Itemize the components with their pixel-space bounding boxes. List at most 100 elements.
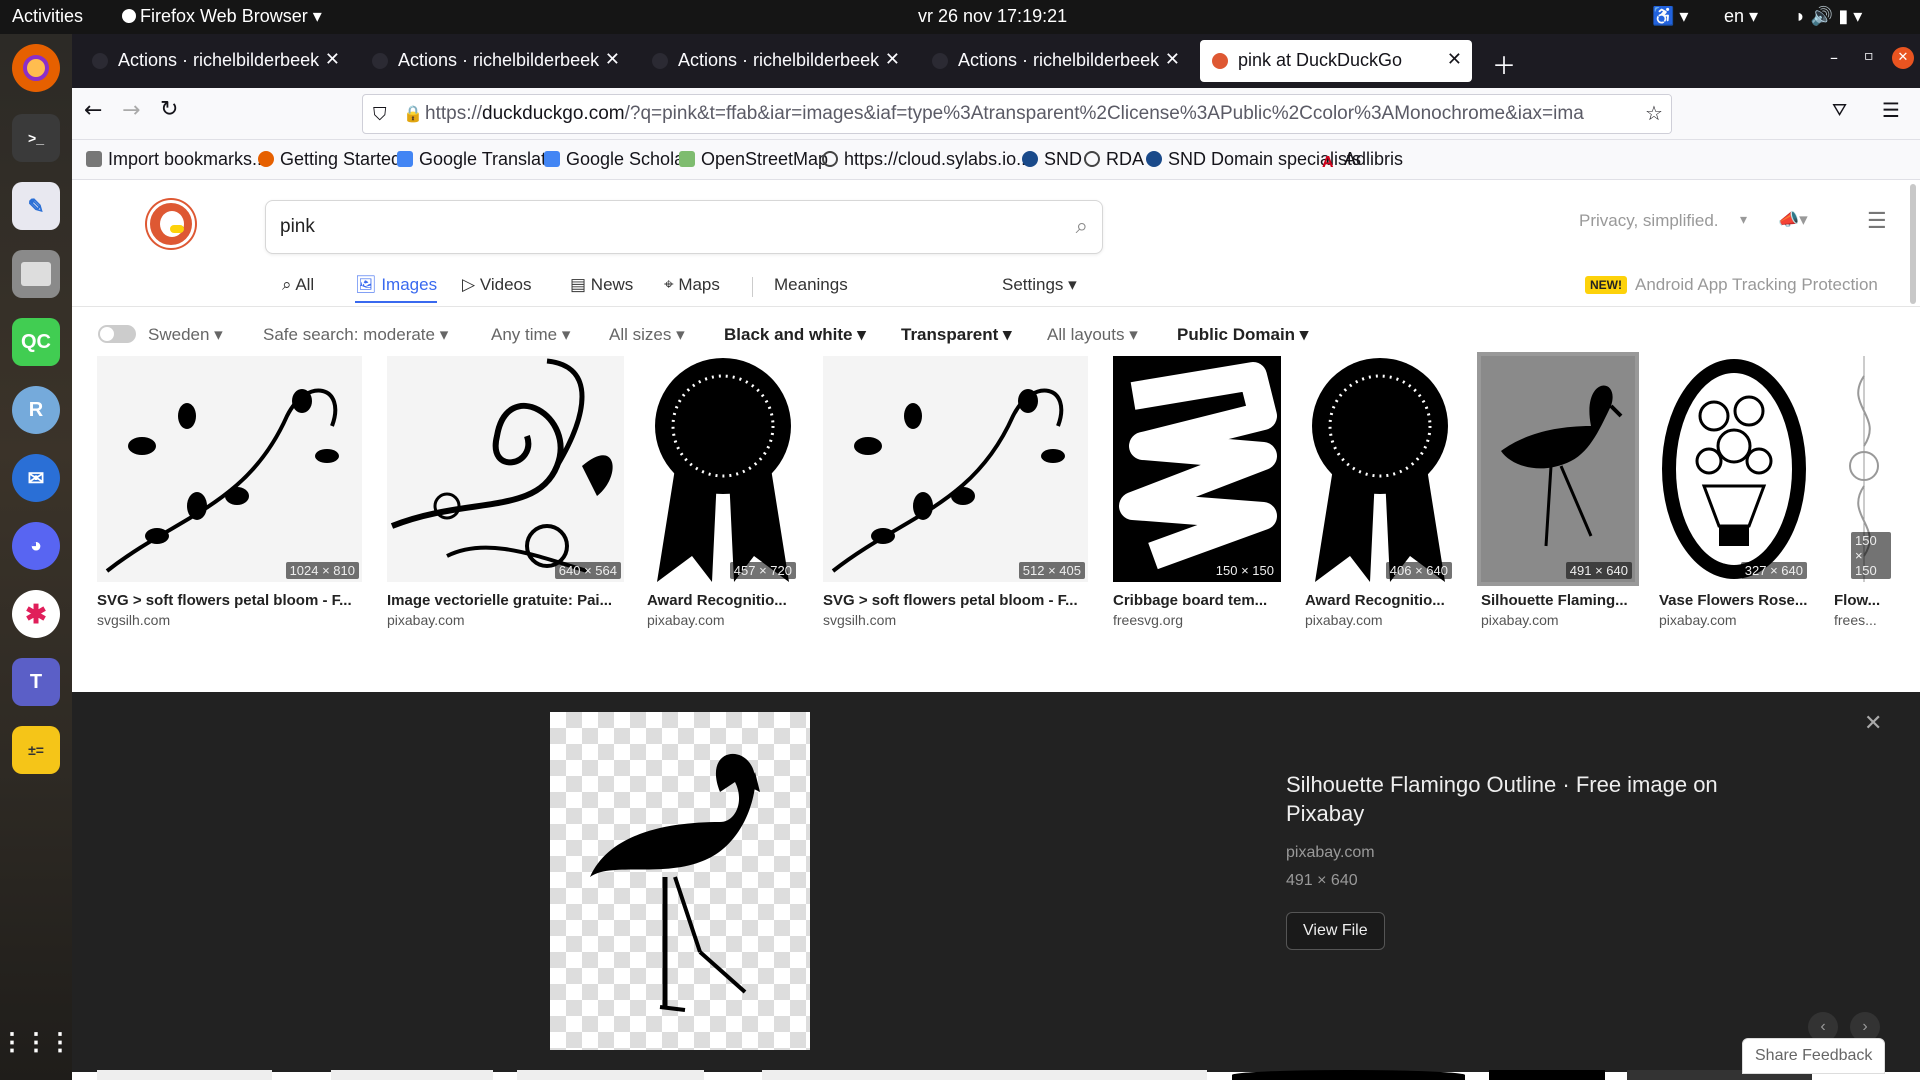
image-source[interactable]: svgsilh.com [97,612,362,628]
app-menu[interactable]: Firefox Web Browser ▾ [122,6,322,27]
detail-image[interactable] [550,712,810,1050]
image-title[interactable]: Silhouette Flaming... [1481,592,1635,609]
calculator-icon[interactable]: ±= [12,726,60,774]
color-filter[interactable]: Black and white ▾ [724,325,866,345]
bookmark-adlibris[interactable]: A Adlibris [1322,149,1403,171]
search-icon[interactable]: ⌕ [1076,213,1088,239]
image-title[interactable]: SVG > soft flowers petal bloom - F... [97,592,362,609]
language-indicator[interactable]: en ▾ [1724,6,1758,27]
type-filter[interactable]: Transparent ▾ [901,325,1012,345]
files-icon[interactable] [12,250,60,298]
tab-actions-2[interactable]: Actions · richelbilderbeek ✕ [360,40,630,82]
license-filter[interactable]: Public Domain ▾ [1177,325,1308,345]
tagline[interactable]: Privacy, simplified. [1579,211,1719,231]
close-tab-icon[interactable]: ✕ [605,49,620,70]
chevron-down-icon[interactable]: ▾ [1740,211,1747,228]
share-feedback-button[interactable]: Share Feedback [1742,1038,1886,1074]
pocket-icon[interactable]: ⛛ [1832,100,1847,121]
image-result[interactable]: 512 × 405 [823,356,1088,582]
bookmark-import[interactable]: Import bookmarks... [86,149,267,170]
image-result[interactable]: 150 × 150 [1113,356,1281,582]
image-title[interactable]: Award Recognitio... [1305,592,1455,609]
image-title[interactable]: Vase Flowers Rose... [1659,592,1810,609]
image-result[interactable] [331,1070,493,1080]
bookmark-openstreetmap[interactable]: OpenStreetMap [679,149,828,170]
activities-button[interactable]: Activities [12,6,83,27]
new-tab-button[interactable]: ＋ [1492,46,1516,81]
close-tab-icon[interactable]: ✕ [1447,49,1462,70]
megaphone-icon[interactable]: 📣▾ [1778,210,1808,230]
firefox-icon[interactable] [12,44,60,92]
reload-icon[interactable]: ↻ [160,97,178,122]
minimize-icon[interactable]: – [1830,48,1838,67]
tab-videos[interactable]: ▷ Videos [462,275,532,295]
tab-meanings[interactable]: Meanings [774,275,848,295]
bookmark-snd[interactable]: SND [1022,149,1082,170]
bookmark-rda[interactable]: RDA [1084,149,1144,170]
close-tab-icon[interactable]: ✕ [1165,49,1180,70]
image-title[interactable]: Image vectorielle gratuite: Pai... [387,592,624,609]
teams-icon[interactable]: T [12,658,60,706]
search-input[interactable]: pink [280,216,315,238]
scrollbar[interactable] [1910,184,1916,304]
close-detail-icon[interactable]: ✕ [1864,710,1882,736]
image-result[interactable]: 640 × 564 [387,356,624,582]
layout-filter[interactable]: All layouts ▾ [1047,325,1138,345]
bookmark-google-scholar[interactable]: Google Scholar [544,149,690,170]
clock[interactable]: vr 26 nov 17:19:21 [918,6,1067,27]
image-result[interactable] [517,1070,704,1080]
image-result[interactable]: 1024 × 810 [97,356,362,582]
back-icon[interactable]: ← [84,98,102,123]
image-result[interactable] [97,1070,272,1080]
close-tab-icon[interactable]: ✕ [325,49,340,70]
image-result[interactable]: 327 × 640 [1659,356,1810,582]
promo-link[interactable]: Android App Tracking Protection [1635,275,1878,295]
url-bar[interactable]: ⛉ 🔒 https://duckduckgo.com/?q=pink&t=ffa… [362,94,1672,134]
image-source[interactable]: svgsilh.com [823,612,1088,628]
tab-actions-1[interactable]: Actions · richelbilderbeek ✕ [80,40,350,82]
image-result-selected[interactable]: 491 × 640 [1477,352,1639,586]
safe-search-filter[interactable]: Safe search: moderate ▾ [263,325,448,345]
image-title[interactable]: Cribbage board tem... [1113,592,1281,609]
image-result[interactable] [1489,1070,1605,1080]
image-source[interactable]: pixabay.com [387,612,624,628]
show-apps-icon[interactable]: ⋮⋮⋮ [0,1018,72,1066]
tab-actions-3[interactable]: Actions · richelbilderbeek ✕ [640,40,910,82]
image-title[interactable]: Flow... [1834,592,1894,609]
settings-dropdown[interactable]: Settings ▾ [1002,275,1077,295]
bookmark-sylabs[interactable]: https://cloud.sylabs.io... [822,149,1031,170]
hamburger-menu-icon[interactable]: ☰ [1867,208,1887,234]
image-title[interactable]: SVG > soft flowers petal bloom - F... [823,592,1088,609]
rstudio-icon[interactable]: R [12,386,60,434]
qtcreator-icon[interactable]: QC [12,318,60,366]
bookmark-getting-started[interactable]: Getting Started [258,149,401,170]
image-title[interactable]: Award Recognitio... [647,592,799,609]
image-source[interactable]: pixabay.com [647,612,799,628]
app-menu-icon[interactable]: ☰ [1882,98,1900,122]
text-editor-icon[interactable]: ✎ [12,182,60,230]
lock-icon[interactable]: 🔒 [403,104,423,124]
image-result[interactable] [762,1070,1207,1080]
image-result[interactable] [1232,1070,1465,1080]
tracking-shield-icon[interactable]: ⛉ [373,104,387,125]
slack-icon[interactable]: ✱ [12,590,60,638]
search-box[interactable]: pink ⌕ [265,200,1103,254]
image-result[interactable]: 150 × 150 [1834,356,1894,582]
bookmark-google-translate[interactable]: Google Translate [397,149,556,170]
image-result[interactable]: 406 × 640 [1305,356,1455,582]
accessibility-icon[interactable]: ♿ ▾ [1652,6,1688,27]
discord-icon[interactable]: ◕ [12,522,60,570]
tab-all[interactable]: ⌕ All [282,275,314,295]
time-filter[interactable]: Any time ▾ [491,325,570,345]
tab-news[interactable]: ▤ News [570,275,633,295]
tab-maps[interactable]: ⌖ Maps [664,275,720,295]
duckduckgo-logo[interactable] [147,200,195,248]
image-source[interactable]: pixabay.com [1305,612,1455,628]
view-file-button[interactable]: View File [1286,912,1385,950]
image-source[interactable]: freesvg.org [1113,612,1281,628]
region-filter[interactable]: Sweden ▾ [148,325,223,345]
tab-duckduckgo[interactable]: pink at DuckDuckGo ✕ [1200,40,1472,82]
detail-title[interactable]: Silhouette Flamingo Outline · Free image… [1286,770,1766,828]
region-toggle[interactable] [98,325,136,343]
maximize-icon[interactable]: ▫ [1864,48,1874,64]
